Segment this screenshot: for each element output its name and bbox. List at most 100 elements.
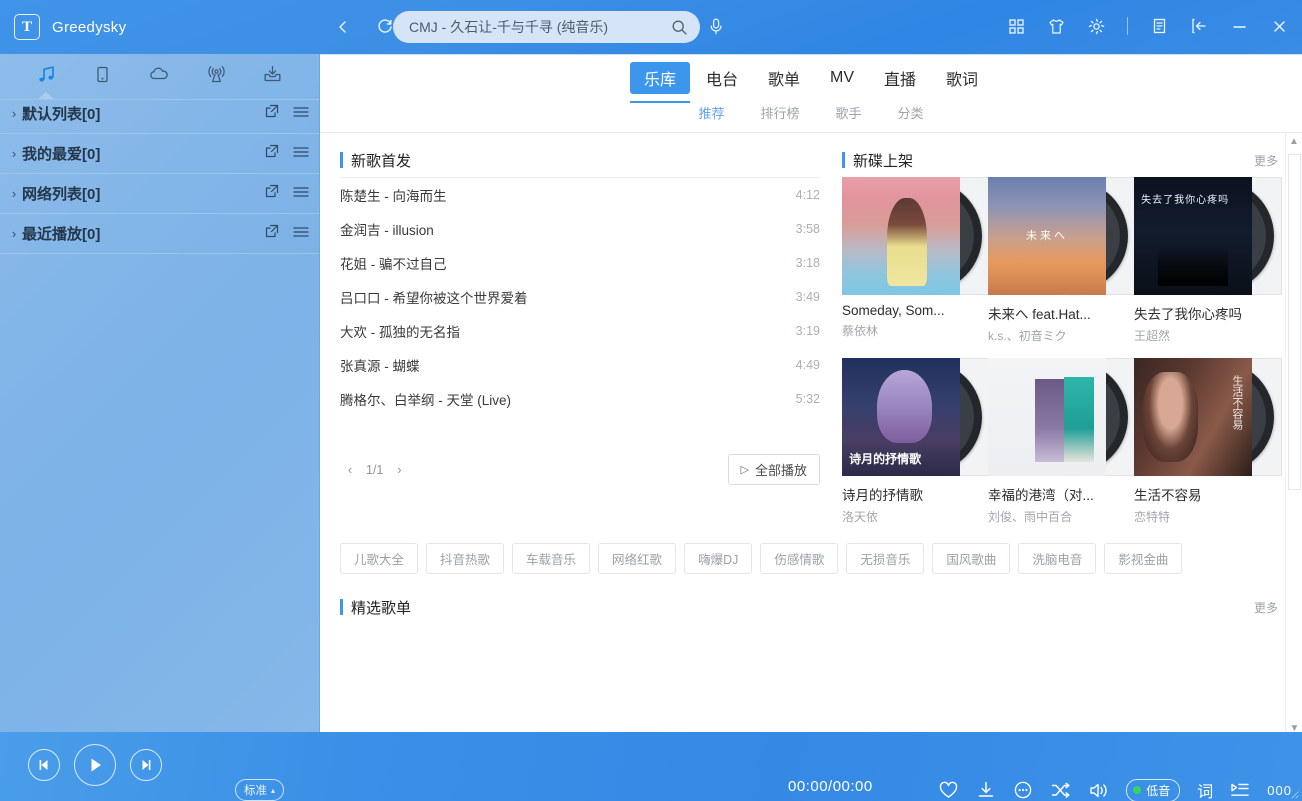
settings-gear-icon[interactable]	[1083, 13, 1109, 39]
quality-selector[interactable]: 标准 ▴	[235, 779, 285, 801]
tag-chip[interactable]: 车载音乐	[512, 543, 591, 574]
section-accent-bar	[842, 152, 845, 168]
download-icon[interactable]	[976, 780, 996, 800]
scroll-up-icon[interactable]: ▲	[1286, 133, 1302, 150]
sidebar-item-favorites[interactable]: › 我的最爱[0]	[0, 134, 319, 174]
lyrics-button[interactable]: 词	[1197, 778, 1213, 801]
apps-grid-icon[interactable]	[1003, 13, 1029, 39]
music-note-icon[interactable]	[29, 58, 63, 90]
subtab-categories[interactable]: 分类	[898, 103, 924, 122]
tab-lyrics[interactable]: 歌词	[932, 62, 992, 94]
section-accent-bar	[340, 152, 343, 168]
chevron-right-icon[interactable]: ›	[6, 106, 22, 121]
song-row[interactable]: 吕口口 - 希望你被这个世界爱着 3:49	[340, 280, 820, 314]
album-card[interactable]: Someday, Som... 蔡依林	[842, 177, 990, 344]
bass-toggle[interactable]: 低音	[1126, 778, 1181, 801]
hamburger-menu-icon[interactable]	[293, 185, 309, 203]
tab-radio[interactable]: 电台	[692, 62, 752, 94]
song-title: 腾格尔、白举纲 - 天堂 (Live)	[340, 393, 512, 408]
song-title: 吕口口 - 希望你被这个世界爱着	[340, 291, 528, 306]
search-icon[interactable]	[671, 19, 688, 36]
tab-library[interactable]: 乐库	[629, 62, 690, 103]
subtab-ranking[interactable]: 排行榜	[760, 103, 799, 122]
album-card[interactable]: 失去了我你心疼吗 王超然	[1134, 177, 1282, 344]
skin-shirt-icon[interactable]	[1043, 13, 1069, 39]
chevron-right-icon[interactable]: ›	[6, 146, 22, 161]
song-row[interactable]: 大欢 - 孤独的无名指 3:19	[340, 314, 820, 348]
back-icon[interactable]	[330, 14, 356, 40]
tag-chip[interactable]: 洗脑电音	[1018, 543, 1097, 574]
playlist-queue-icon[interactable]	[1230, 781, 1250, 799]
song-row[interactable]: 陈楚生 - 向海而生 4:12	[340, 178, 820, 212]
cloud-icon[interactable]	[142, 58, 176, 90]
list-panel-icon[interactable]	[1146, 13, 1172, 39]
voice-search-icon[interactable]	[707, 17, 726, 41]
minimize-icon[interactable]	[1226, 13, 1252, 39]
album-card[interactable]: 幸福的港湾（对... 刘俊、雨中百合	[988, 358, 1136, 525]
album-artist: 刘俊、雨中百合	[988, 510, 1073, 524]
open-external-icon[interactable]	[265, 104, 279, 123]
device-icon[interactable]	[86, 58, 120, 90]
song-title: 陈楚生 - 向海而生	[340, 189, 447, 204]
album-cover	[1134, 358, 1252, 476]
subtab-artists[interactable]: 歌手	[836, 103, 862, 122]
heart-icon[interactable]	[938, 780, 959, 801]
scrollbar-thumb[interactable]	[1288, 154, 1301, 490]
download-icon[interactable]	[256, 58, 290, 90]
tag-chip[interactable]: 儿歌大全	[340, 543, 419, 574]
play-all-button[interactable]: ▷ 全部播放	[727, 454, 820, 485]
vertical-scrollbar[interactable]: ▲ ▼	[1285, 133, 1302, 737]
close-icon[interactable]	[1266, 13, 1292, 39]
hamburger-menu-icon[interactable]	[293, 105, 309, 123]
sidebar-item-recently-played[interactable]: › 最近播放[0]	[0, 214, 319, 254]
next-track-icon[interactable]	[130, 749, 162, 781]
song-row[interactable]: 金润吉 - illusion 3:58	[340, 212, 820, 246]
sidebar-item-default-list[interactable]: › 默认列表[0]	[0, 94, 319, 134]
scrollbar-track[interactable]	[1286, 150, 1302, 720]
tag-chip[interactable]: 嗨爆DJ	[684, 543, 753, 574]
more-dots-icon[interactable]	[1013, 780, 1033, 800]
tag-chip[interactable]: 无损音乐	[846, 543, 925, 574]
content-columns: 新歌首发 陈楚生 - 向海而生 4:12 金润吉 - illusion 3:58…	[320, 133, 1302, 539]
tag-chip[interactable]: 抖音热歌	[426, 543, 505, 574]
tag-chip[interactable]: 网络红歌	[598, 543, 677, 574]
chevron-right-icon[interactable]: ›	[6, 226, 22, 241]
playlist-list: › 默认列表[0] › 我的最爱[0] › 网络列表[0] › 最近播放[0]	[0, 94, 319, 254]
search-bar[interactable]	[393, 11, 700, 43]
shuffle-icon[interactable]	[1050, 780, 1071, 801]
tag-chip[interactable]: 伤感情歌	[760, 543, 839, 574]
next-page-icon[interactable]: ›	[389, 460, 409, 480]
tab-playlists[interactable]: 歌单	[754, 62, 814, 94]
play-icon[interactable]	[74, 744, 116, 786]
subtab-recommend[interactable]: 推荐	[698, 103, 724, 122]
song-row[interactable]: 腾格尔、白举纲 - 天堂 (Live) 5:32	[340, 382, 820, 416]
open-external-icon[interactable]	[265, 224, 279, 243]
album-card[interactable]: 未来へ feat.Hat... k.s.、初音ミク	[988, 177, 1136, 344]
sidebar-item-network-list[interactable]: › 网络列表[0]	[0, 174, 319, 214]
collapse-left-icon[interactable]	[1186, 13, 1212, 39]
player-bar: 标准 ▴ 00:00/00:00 低音 词 000	[0, 732, 1302, 801]
hamburger-menu-icon[interactable]	[293, 145, 309, 163]
album-card[interactable]: 生活不容易 恋特特	[1134, 358, 1282, 525]
previous-track-icon[interactable]	[28, 749, 60, 781]
new-albums-section: 新碟上架 更多 Someday, Som... 蔡依林 未来へ 未来へ feat…	[820, 147, 1302, 539]
tab-mv[interactable]: MV	[816, 65, 868, 91]
song-list: 陈楚生 - 向海而生 4:12 金润吉 - illusion 3:58 花姐 -…	[340, 177, 820, 416]
album-card[interactable]: 诗月的抒情歌 洛天依	[842, 358, 990, 525]
more-link[interactable]: 更多	[1254, 599, 1278, 616]
radio-icon[interactable]	[199, 58, 233, 90]
tag-chip[interactable]: 影视金曲	[1104, 543, 1183, 574]
song-row[interactable]: 花姐 - 骗不过自己 3:18	[340, 246, 820, 280]
volume-icon[interactable]	[1088, 780, 1109, 801]
open-external-icon[interactable]	[265, 184, 279, 203]
open-external-icon[interactable]	[265, 144, 279, 163]
chevron-right-icon[interactable]: ›	[6, 186, 22, 201]
more-link[interactable]: 更多	[1254, 152, 1278, 169]
hamburger-menu-icon[interactable]	[293, 225, 309, 243]
tag-chip[interactable]: 国风歌曲	[932, 543, 1011, 574]
song-row[interactable]: 张真源 - 蝴蝶 4:49	[340, 348, 820, 382]
prev-page-icon[interactable]: ‹	[340, 460, 360, 480]
tab-live[interactable]: 直播	[870, 62, 930, 94]
search-input[interactable]	[409, 19, 671, 35]
resize-grip-icon[interactable]	[1287, 786, 1299, 799]
